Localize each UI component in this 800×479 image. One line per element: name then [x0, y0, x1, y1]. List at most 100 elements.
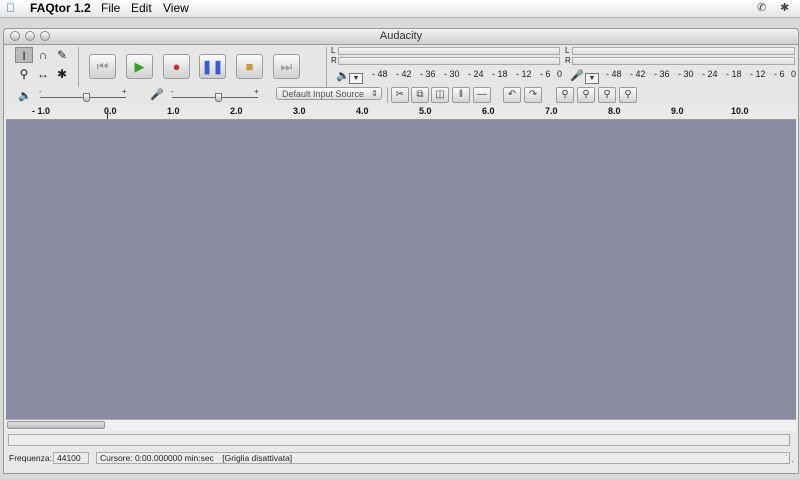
project-rate-field[interactable]: 44100: [53, 452, 89, 464]
scale-tick: - 42: [396, 69, 412, 79]
play-meter-menu-dropdown[interactable]: ▼: [349, 73, 363, 84]
ruler-tick-label: 2.0: [230, 106, 243, 116]
ruler-tick-label: 7.0: [545, 106, 558, 116]
play-button[interactable]: ▶: [126, 54, 153, 79]
input-source-select[interactable]: Default Input Source ⇕: [276, 87, 382, 100]
input-minus-label: -: [171, 87, 174, 96]
skip-end-button[interactable]: ⏭: [273, 54, 300, 79]
project-rate-label: Frequenza:: [9, 453, 52, 463]
input-volume-slider[interactable]: [215, 93, 223, 102]
fit-project-button[interactable]: ⚲: [619, 87, 637, 103]
ruler-tick-label: 4.0: [356, 106, 369, 116]
toolbar-separator: [387, 87, 388, 103]
record-meter-right-label: R: [565, 56, 571, 65]
play-meter-scale: - 48 - 42 - 36 - 30 - 24 - 18 - 12 - 6 0: [372, 69, 562, 81]
horizontal-scrollbar[interactable]: [6, 419, 796, 431]
cut-button[interactable]: ✂: [391, 87, 409, 103]
copy-button[interactable]: ⧉: [411, 87, 429, 103]
copy-icon: ⧉: [416, 89, 424, 100]
toolbar-separator: [326, 47, 327, 87]
redo-icon: ↷: [528, 89, 538, 100]
microphone-icon: 🎤: [570, 70, 584, 82]
app-menu[interactable]: FAQtor 1.2: [30, 1, 91, 15]
phone-status-icon[interactable]: ✆: [757, 1, 766, 14]
resize-grip-icon[interactable]: ⋱: [785, 453, 794, 464]
speaker-icon: 🔈: [336, 70, 350, 82]
bluetooth-icon[interactable]: ✱: [780, 1, 789, 14]
paste-button[interactable]: ◫: [431, 87, 449, 103]
scale-tick: - 24: [468, 69, 484, 79]
trim-button[interactable]: ‖: [452, 87, 470, 103]
record-meter-scale: - 48 - 42 - 36 - 30 - 24 - 18 - 12 - 6 0: [606, 69, 798, 81]
input-volume-microphone-icon: 🎤: [150, 89, 164, 101]
play-meter-right[interactable]: [338, 57, 560, 65]
play-meter-left[interactable]: [338, 47, 560, 55]
status-message: Cursore: 0:00.000000 min:sec [Griglia di…: [96, 452, 790, 464]
ruler-tick-label: - 1.0: [32, 106, 51, 116]
ruler-tick-label: 1.0: [167, 106, 180, 116]
fit-project-icon: ⚲: [624, 89, 632, 100]
scissors-icon: ✂: [395, 89, 405, 100]
output-volume-icon: 🔈: [18, 90, 32, 102]
ruler-tick-label: 10.0: [731, 106, 749, 116]
skip-start-icon: ⏮: [96, 58, 109, 74]
stop-icon: ■: [245, 59, 254, 74]
ruler-zero-marker: [107, 111, 108, 119]
zoom-out-button[interactable]: ⚲: [577, 87, 595, 103]
timeshift-icon[interactable]: ↔: [34, 66, 52, 82]
apple-menu-icon[interactable]: : [6, 1, 15, 15]
scale-tick: - 48: [606, 69, 622, 79]
input-source-value: Default Input Source: [282, 89, 365, 99]
scale-tick: - 36: [420, 69, 436, 79]
ibeam-select-icon[interactable]: I: [15, 47, 33, 63]
timeline-ruler[interactable]: - 1.0 0.0 1.0 2.0 3.0 4.0 5.0 6.0 7.0 8.…: [6, 105, 796, 120]
window-titlebar[interactable]: Audacity: [4, 29, 798, 45]
scale-tick: - 12: [516, 69, 532, 79]
menu-edit[interactable]: Edit: [131, 1, 152, 15]
play-meter-right-label: R: [331, 56, 337, 65]
record-meter-right[interactable]: [572, 57, 795, 65]
menu-view[interactable]: View: [163, 1, 189, 15]
pause-icon: ❚❚: [201, 58, 224, 74]
input-plus-label: +: [254, 87, 259, 96]
scale-tick: - 30: [678, 69, 694, 79]
stop-button[interactable]: ■: [236, 54, 263, 79]
selection-bar: [8, 434, 790, 446]
record-button[interactable]: ●: [163, 54, 190, 79]
envelope-icon[interactable]: ∩: [34, 47, 52, 63]
scale-tick: - 18: [726, 69, 742, 79]
scale-tick: - 6: [540, 69, 551, 79]
ruler-tick-label: 0.0: [104, 106, 117, 116]
skip-start-button[interactable]: ⏮: [89, 54, 116, 79]
undo-button[interactable]: ↶: [503, 87, 521, 103]
record-meter-menu-dropdown[interactable]: ▼: [585, 73, 599, 84]
zoom-icon[interactable]: ⚲: [15, 66, 33, 82]
fit-selection-icon: ⚲: [603, 89, 611, 100]
pencil-draw-icon[interactable]: ✎: [53, 47, 71, 63]
toolbar-separator: [78, 47, 79, 87]
record-meter-left-label: L: [565, 46, 570, 55]
trim-icon: ‖: [458, 89, 464, 100]
pause-button[interactable]: ❚❚: [199, 54, 226, 79]
output-volume-slider[interactable]: [83, 93, 91, 102]
scrollbar-thumb[interactable]: [7, 421, 105, 429]
scale-tick: - 30: [444, 69, 460, 79]
output-plus-label: +: [122, 87, 127, 96]
redo-button[interactable]: ↷: [524, 87, 542, 103]
output-minus-label: -: [39, 87, 42, 96]
menu-file[interactable]: File: [101, 1, 120, 15]
snap-status-text: [Griglia disattivata]: [222, 453, 293, 463]
track-panel[interactable]: [6, 120, 796, 419]
select-arrows-icon: ⇕: [371, 89, 378, 98]
zoom-in-button[interactable]: ⚲: [556, 87, 574, 103]
fit-selection-button[interactable]: ⚲: [598, 87, 616, 103]
scale-tick: 0: [557, 69, 563, 79]
silence-button[interactable]: ―: [473, 87, 491, 103]
ruler-tick-label: 6.0: [482, 106, 495, 116]
cursor-position-text: Cursore: 0:00.000000 min:sec: [100, 453, 214, 463]
scale-tick: - 12: [750, 69, 766, 79]
audacity-window: Audacity I ∩ ✎ ⚲ ↔ ✱ ⏮ ▶ ● ❚❚ ■ ⏭ L R L …: [3, 28, 799, 474]
multi-tool-icon[interactable]: ✱: [53, 66, 71, 82]
scale-tick: - 24: [702, 69, 718, 79]
record-meter-left[interactable]: [572, 47, 795, 55]
